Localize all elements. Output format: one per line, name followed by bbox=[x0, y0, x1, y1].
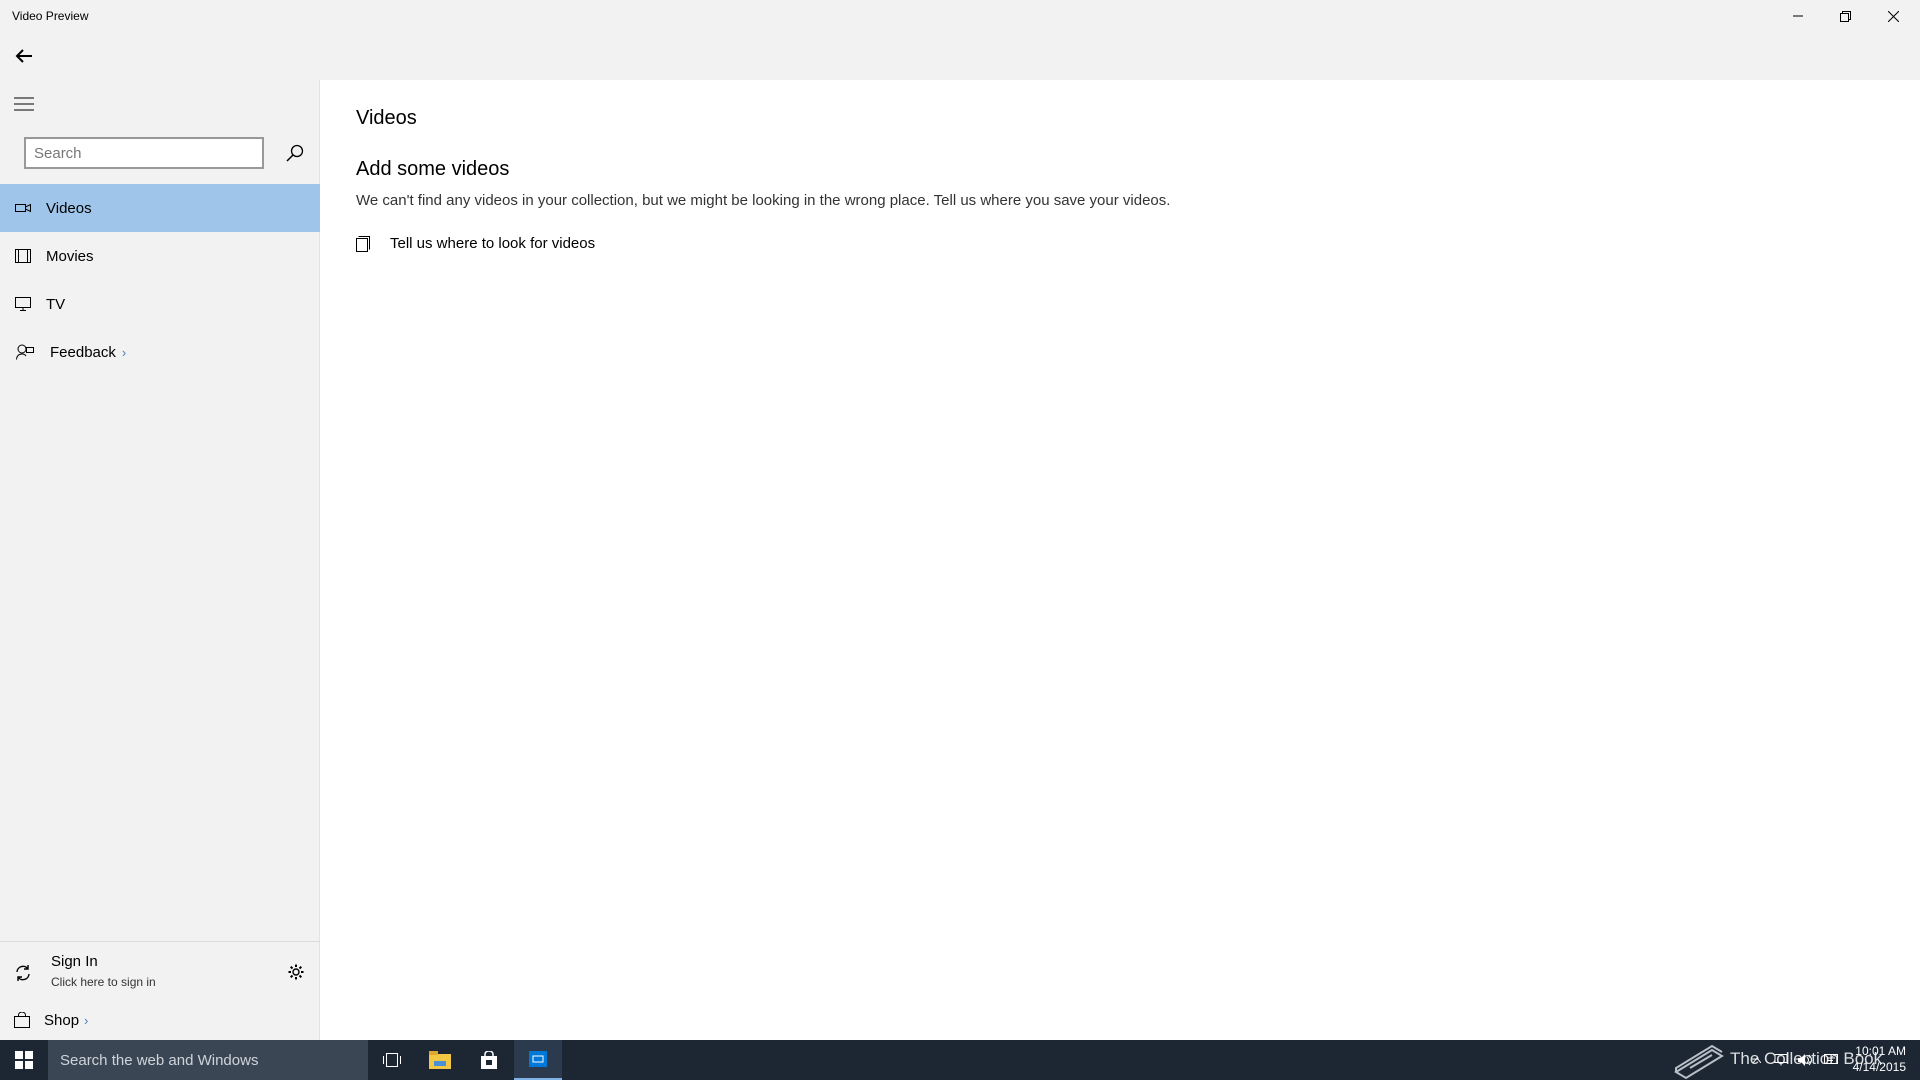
sidebar-item-label: Movies bbox=[46, 247, 94, 265]
sidebar-item-movies[interactable]: Movies bbox=[0, 232, 320, 280]
chevron-right-icon: › bbox=[121, 344, 127, 360]
volume-icon bbox=[1798, 1054, 1812, 1066]
store-button[interactable] bbox=[465, 1040, 513, 1080]
action-center-button[interactable] bbox=[1822, 1052, 1840, 1068]
film-icon bbox=[12, 249, 34, 263]
sidebar-item-videos[interactable]: Videos bbox=[0, 184, 320, 232]
start-button[interactable] bbox=[0, 1040, 48, 1080]
shopping-bag-icon bbox=[14, 1012, 30, 1028]
settings-button[interactable] bbox=[284, 960, 308, 984]
network-button[interactable] bbox=[1772, 1052, 1790, 1068]
chevron-up-icon bbox=[1753, 1057, 1761, 1063]
taskbar-search-text: Search the web and Windows bbox=[60, 1051, 259, 1069]
gear-icon bbox=[288, 964, 304, 980]
shop-label: Shop bbox=[44, 1011, 80, 1029]
feedback-icon bbox=[14, 344, 36, 360]
sign-in-label: Sign In bbox=[51, 953, 98, 970]
search-button[interactable] bbox=[278, 136, 312, 170]
video-app-button[interactable] bbox=[514, 1040, 562, 1080]
hamburger-menu-button[interactable] bbox=[4, 84, 44, 124]
hamburger-icon bbox=[14, 97, 34, 111]
taskbar: Search the web and Windows The Collectio… bbox=[0, 1040, 1920, 1080]
title-bar: Video Preview bbox=[0, 0, 1920, 32]
back-button[interactable] bbox=[4, 36, 44, 76]
restore-button[interactable] bbox=[1822, 0, 1868, 32]
navigation-bar bbox=[0, 32, 1920, 80]
windows-logo-icon bbox=[15, 1051, 33, 1069]
video-app-icon bbox=[529, 1051, 547, 1067]
sidebar: Videos Movies TV Feedback › Sign In Clic bbox=[0, 80, 320, 1040]
choose-folder-label: Tell us where to look for videos bbox=[390, 235, 596, 252]
sign-in-area[interactable]: Sign In Click here to sign in bbox=[0, 941, 320, 1009]
sidebar-item-tv[interactable]: TV bbox=[0, 280, 320, 328]
sync-icon bbox=[14, 964, 32, 987]
back-arrow-icon bbox=[15, 49, 32, 63]
minimize-icon bbox=[1793, 15, 1803, 17]
tv-icon bbox=[12, 297, 34, 311]
main-content: Videos Add some videos We can't find any… bbox=[320, 80, 1920, 1040]
close-button[interactable] bbox=[1870, 0, 1916, 32]
clock-time: 10:01 AM bbox=[1855, 1044, 1906, 1058]
section-title: Add some videos bbox=[356, 158, 510, 180]
sidebar-item-label: TV bbox=[46, 295, 66, 313]
network-icon bbox=[1774, 1054, 1788, 1066]
minimize-button[interactable] bbox=[1775, 0, 1821, 32]
chevron-right-icon: › bbox=[84, 1012, 89, 1028]
clock[interactable]: 10:01 AM 4/14/2015 bbox=[1846, 1043, 1906, 1075]
restore-icon bbox=[1839, 10, 1851, 22]
video-camera-icon bbox=[12, 202, 34, 214]
search-input[interactable] bbox=[24, 137, 264, 169]
notification-icon bbox=[1824, 1054, 1838, 1064]
nav-list: Videos Movies TV Feedback › bbox=[0, 184, 320, 376]
shop-link[interactable]: Shop › bbox=[0, 1000, 320, 1040]
volume-button[interactable] bbox=[1797, 1052, 1815, 1068]
show-hidden-icons-button[interactable] bbox=[1748, 1052, 1766, 1068]
page-title: Videos bbox=[356, 107, 417, 129]
clock-date: 4/14/2015 bbox=[1852, 1060, 1906, 1074]
sign-in-sublabel: Click here to sign in bbox=[51, 975, 156, 989]
search-icon bbox=[286, 144, 304, 162]
section-description: We can't find any videos in your collect… bbox=[356, 192, 1171, 209]
book-watermark-icon bbox=[1672, 1042, 1726, 1080]
sidebar-item-label: Feedback bbox=[50, 343, 116, 361]
close-icon bbox=[1887, 10, 1899, 22]
store-bag-icon bbox=[481, 1051, 497, 1069]
folder-icon bbox=[429, 1051, 451, 1069]
task-view-button[interactable] bbox=[368, 1040, 416, 1080]
sidebar-item-feedback[interactable]: Feedback › bbox=[0, 328, 320, 376]
folder-icon bbox=[356, 235, 374, 252]
window-title: Video Preview bbox=[12, 9, 89, 23]
sidebar-item-label: Videos bbox=[46, 199, 92, 217]
file-explorer-button[interactable] bbox=[416, 1040, 464, 1080]
choose-folder-link[interactable]: Tell us where to look for videos bbox=[356, 235, 595, 252]
taskbar-search[interactable]: Search the web and Windows bbox=[48, 1040, 368, 1080]
task-view-icon bbox=[383, 1053, 401, 1067]
